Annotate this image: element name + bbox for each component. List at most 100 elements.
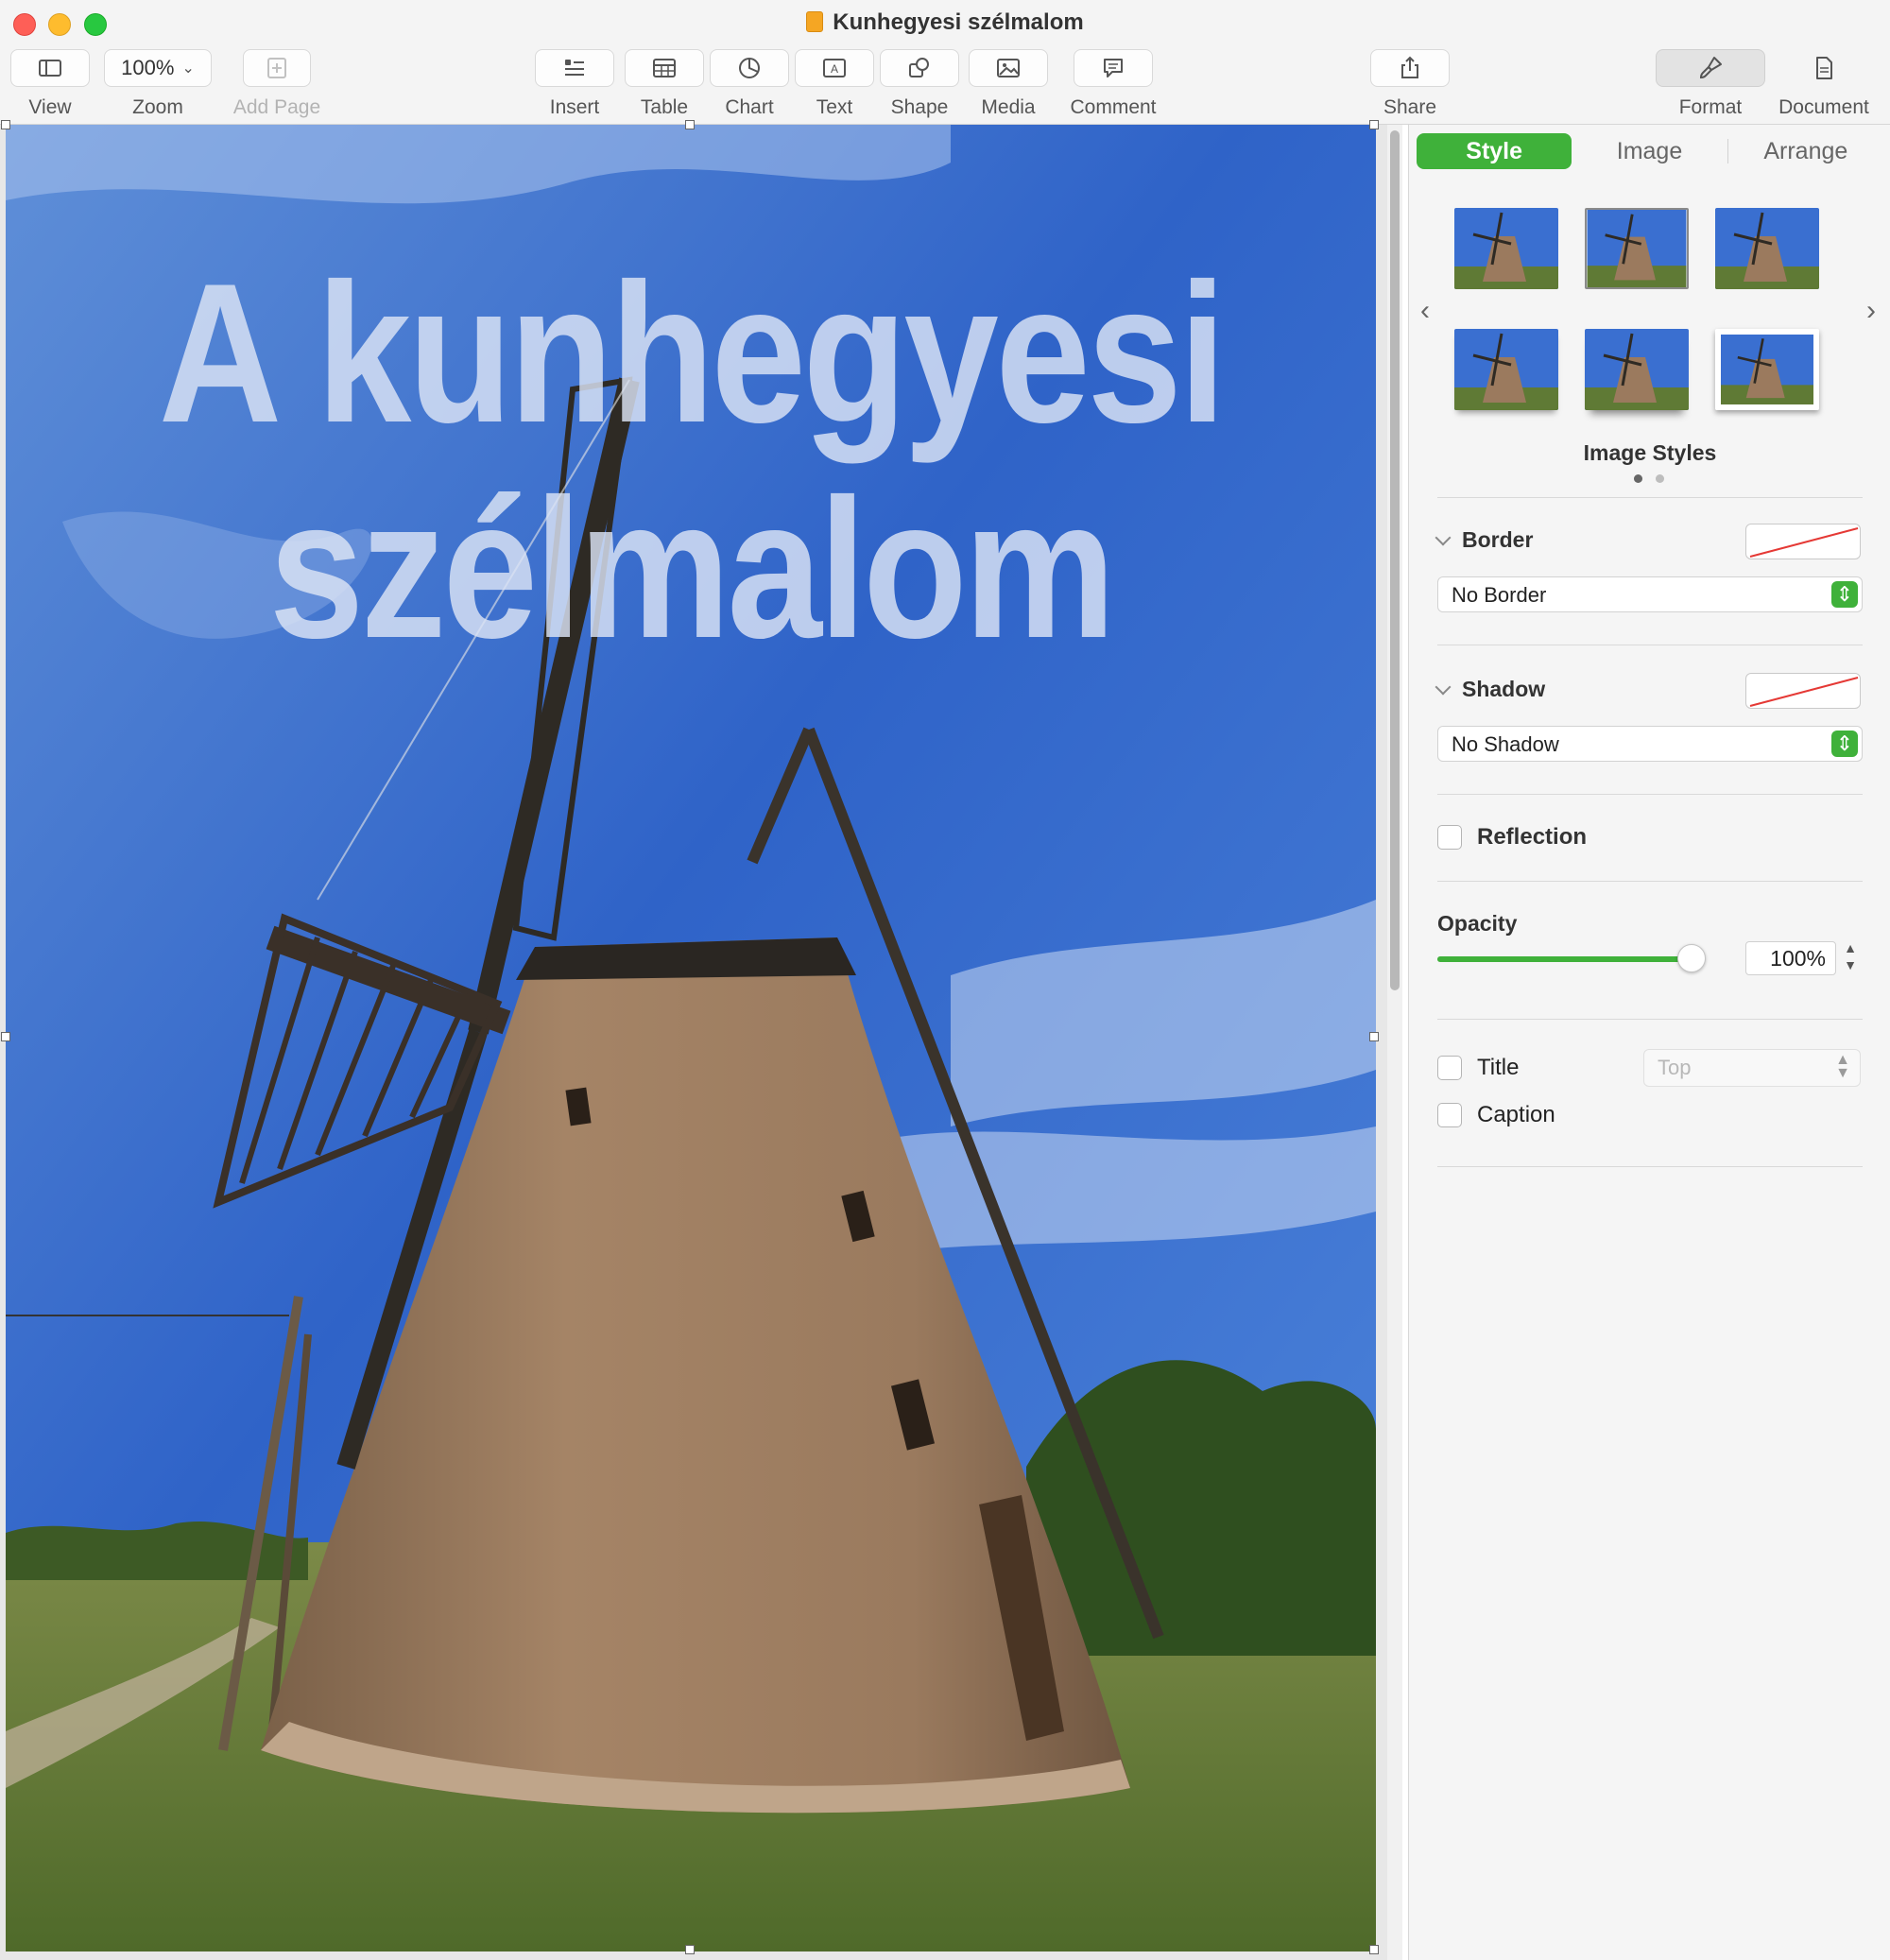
image-style-3[interactable] xyxy=(1715,208,1819,289)
opacity-slider-fill xyxy=(1437,956,1692,962)
text-button[interactable]: A xyxy=(795,49,874,87)
add-page-button[interactable] xyxy=(243,49,311,87)
image-style-2[interactable] xyxy=(1585,208,1689,289)
opacity-slider-knob[interactable] xyxy=(1677,944,1706,972)
windmill-thumbnail-icon xyxy=(1715,208,1819,289)
toolbar-comment[interactable]: Comment xyxy=(1066,49,1160,119)
table-icon xyxy=(653,59,676,77)
window-titlebar: Kunhegyesi szélmalom View 100% ⌄ Zoom Add… xyxy=(0,0,1890,125)
selection-handle-right[interactable] xyxy=(1369,1032,1379,1041)
toolbar-shape[interactable]: Shape xyxy=(880,49,959,119)
title-row[interactable]: Title xyxy=(1437,1055,1519,1081)
opacity-field[interactable]: 100% xyxy=(1745,941,1836,975)
media-button[interactable] xyxy=(969,49,1048,87)
page-indicator[interactable] xyxy=(1634,474,1664,483)
opacity-stepper[interactable]: ▲ ▼ xyxy=(1840,939,1861,977)
chevron-up-icon[interactable]: ▲ xyxy=(1840,939,1861,956)
image-style-6[interactable] xyxy=(1715,329,1819,410)
insert-button[interactable] xyxy=(535,49,614,87)
share-icon xyxy=(1401,56,1418,78)
document-label: Document xyxy=(1778,96,1869,118)
toolbar-chart[interactable]: Chart xyxy=(710,49,789,119)
window-title-text: Kunhegyesi szélmalom xyxy=(833,9,1084,35)
chevron-down-icon xyxy=(1435,529,1452,545)
add-page-label: Add Page xyxy=(232,96,321,118)
share-button[interactable] xyxy=(1370,49,1450,87)
divider xyxy=(1437,881,1863,882)
document-title-overlay[interactable]: A kunhegyesi szélmalom xyxy=(102,246,1280,677)
selection-handle-top-right[interactable] xyxy=(1369,120,1379,129)
border-color-well[interactable] xyxy=(1745,524,1861,559)
page-dot-1[interactable] xyxy=(1634,474,1642,483)
toolbar-table[interactable]: Table xyxy=(625,49,704,119)
text-box-icon: A xyxy=(823,59,846,77)
table-button[interactable] xyxy=(625,49,704,87)
vertical-scrollbar[interactable] xyxy=(1387,125,1402,1960)
toolbar-share[interactable]: Share xyxy=(1370,49,1450,119)
tab-image[interactable]: Image xyxy=(1572,133,1727,169)
toolbar-format[interactable]: Format xyxy=(1656,49,1765,119)
caption-label: Caption xyxy=(1477,1102,1555,1127)
border-label: Border xyxy=(1462,527,1534,552)
selection-handle-top-left[interactable] xyxy=(1,120,10,129)
opacity-slider[interactable] xyxy=(1437,944,1706,972)
view-button[interactable] xyxy=(10,49,90,87)
format-button[interactable] xyxy=(1656,49,1765,87)
border-section-toggle[interactable]: Border xyxy=(1435,527,1534,553)
toolbar-view[interactable]: View xyxy=(9,49,91,119)
zoom-label: Zoom xyxy=(132,96,183,118)
shadow-style-popup[interactable]: No Shadow ⇕ xyxy=(1437,726,1863,762)
chevron-left-icon[interactable]: ‹ xyxy=(1420,295,1430,327)
title-checkbox[interactable] xyxy=(1437,1056,1462,1080)
image-style-5[interactable] xyxy=(1585,329,1689,410)
shape-button[interactable] xyxy=(880,49,959,87)
selection-handle-left[interactable] xyxy=(1,1032,10,1041)
caption-row[interactable]: Caption xyxy=(1437,1102,1555,1128)
svg-text:A: A xyxy=(831,62,838,76)
scrollbar-thumb[interactable] xyxy=(1390,130,1400,990)
window-title: Kunhegyesi szélmalom xyxy=(0,9,1890,36)
shape-icon xyxy=(909,58,929,77)
toolbar-media[interactable]: Media xyxy=(969,49,1048,119)
reflection-checkbox[interactable] xyxy=(1437,825,1462,850)
image-style-4[interactable] xyxy=(1454,329,1558,410)
zoom-popup[interactable]: 100% ⌄ xyxy=(104,49,212,87)
insert-label: Insert xyxy=(549,96,600,118)
tab-arrange[interactable]: Arrange xyxy=(1728,133,1883,169)
format-inspector: Style Image Arrange ‹ › Image Styles Bor… xyxy=(1408,125,1890,1960)
toolbar-zoom[interactable]: 100% ⌄ Zoom xyxy=(102,49,214,119)
divider xyxy=(1437,794,1863,795)
divider xyxy=(1437,1166,1863,1167)
pie-chart-icon xyxy=(739,58,760,78)
toolbar-insert[interactable]: Insert xyxy=(535,49,614,119)
chevron-right-icon[interactable]: › xyxy=(1866,295,1876,327)
toolbar-text[interactable]: A Text xyxy=(795,49,874,119)
shadow-label: Shadow xyxy=(1462,677,1546,701)
selection-handle-top[interactable] xyxy=(685,120,695,129)
title-position-popup[interactable]: Top ▲ ▼ xyxy=(1643,1049,1861,1087)
title-position-value: Top xyxy=(1658,1056,1692,1079)
page-dot-2[interactable] xyxy=(1656,474,1664,483)
share-label: Share xyxy=(1383,96,1437,118)
reflection-row[interactable]: Reflection xyxy=(1437,824,1587,851)
no-color-icon xyxy=(1749,677,1859,707)
no-color-icon xyxy=(1749,527,1859,558)
comment-button[interactable] xyxy=(1074,49,1153,87)
chevron-down-icon[interactable]: ▼ xyxy=(1840,956,1861,973)
selection-handle-bottom-right[interactable] xyxy=(1369,1945,1379,1954)
shadow-section-toggle[interactable]: Shadow xyxy=(1435,677,1546,702)
chevron-down-icon xyxy=(1435,679,1452,695)
tab-style[interactable]: Style xyxy=(1417,133,1572,169)
divider xyxy=(1437,497,1863,498)
document-button[interactable] xyxy=(1784,49,1864,87)
divider xyxy=(1437,1019,1863,1020)
shadow-color-well[interactable] xyxy=(1745,673,1861,709)
shadow-style-value: No Shadow xyxy=(1452,732,1559,756)
chart-button[interactable] xyxy=(710,49,789,87)
toolbar-add-page[interactable]: Add Page xyxy=(230,49,324,119)
caption-checkbox[interactable] xyxy=(1437,1103,1462,1127)
border-style-popup[interactable]: No Border ⇕ xyxy=(1437,576,1863,612)
selection-handle-bottom[interactable] xyxy=(685,1945,695,1954)
toolbar-document[interactable]: Document xyxy=(1777,49,1871,119)
image-style-1[interactable] xyxy=(1454,208,1558,289)
